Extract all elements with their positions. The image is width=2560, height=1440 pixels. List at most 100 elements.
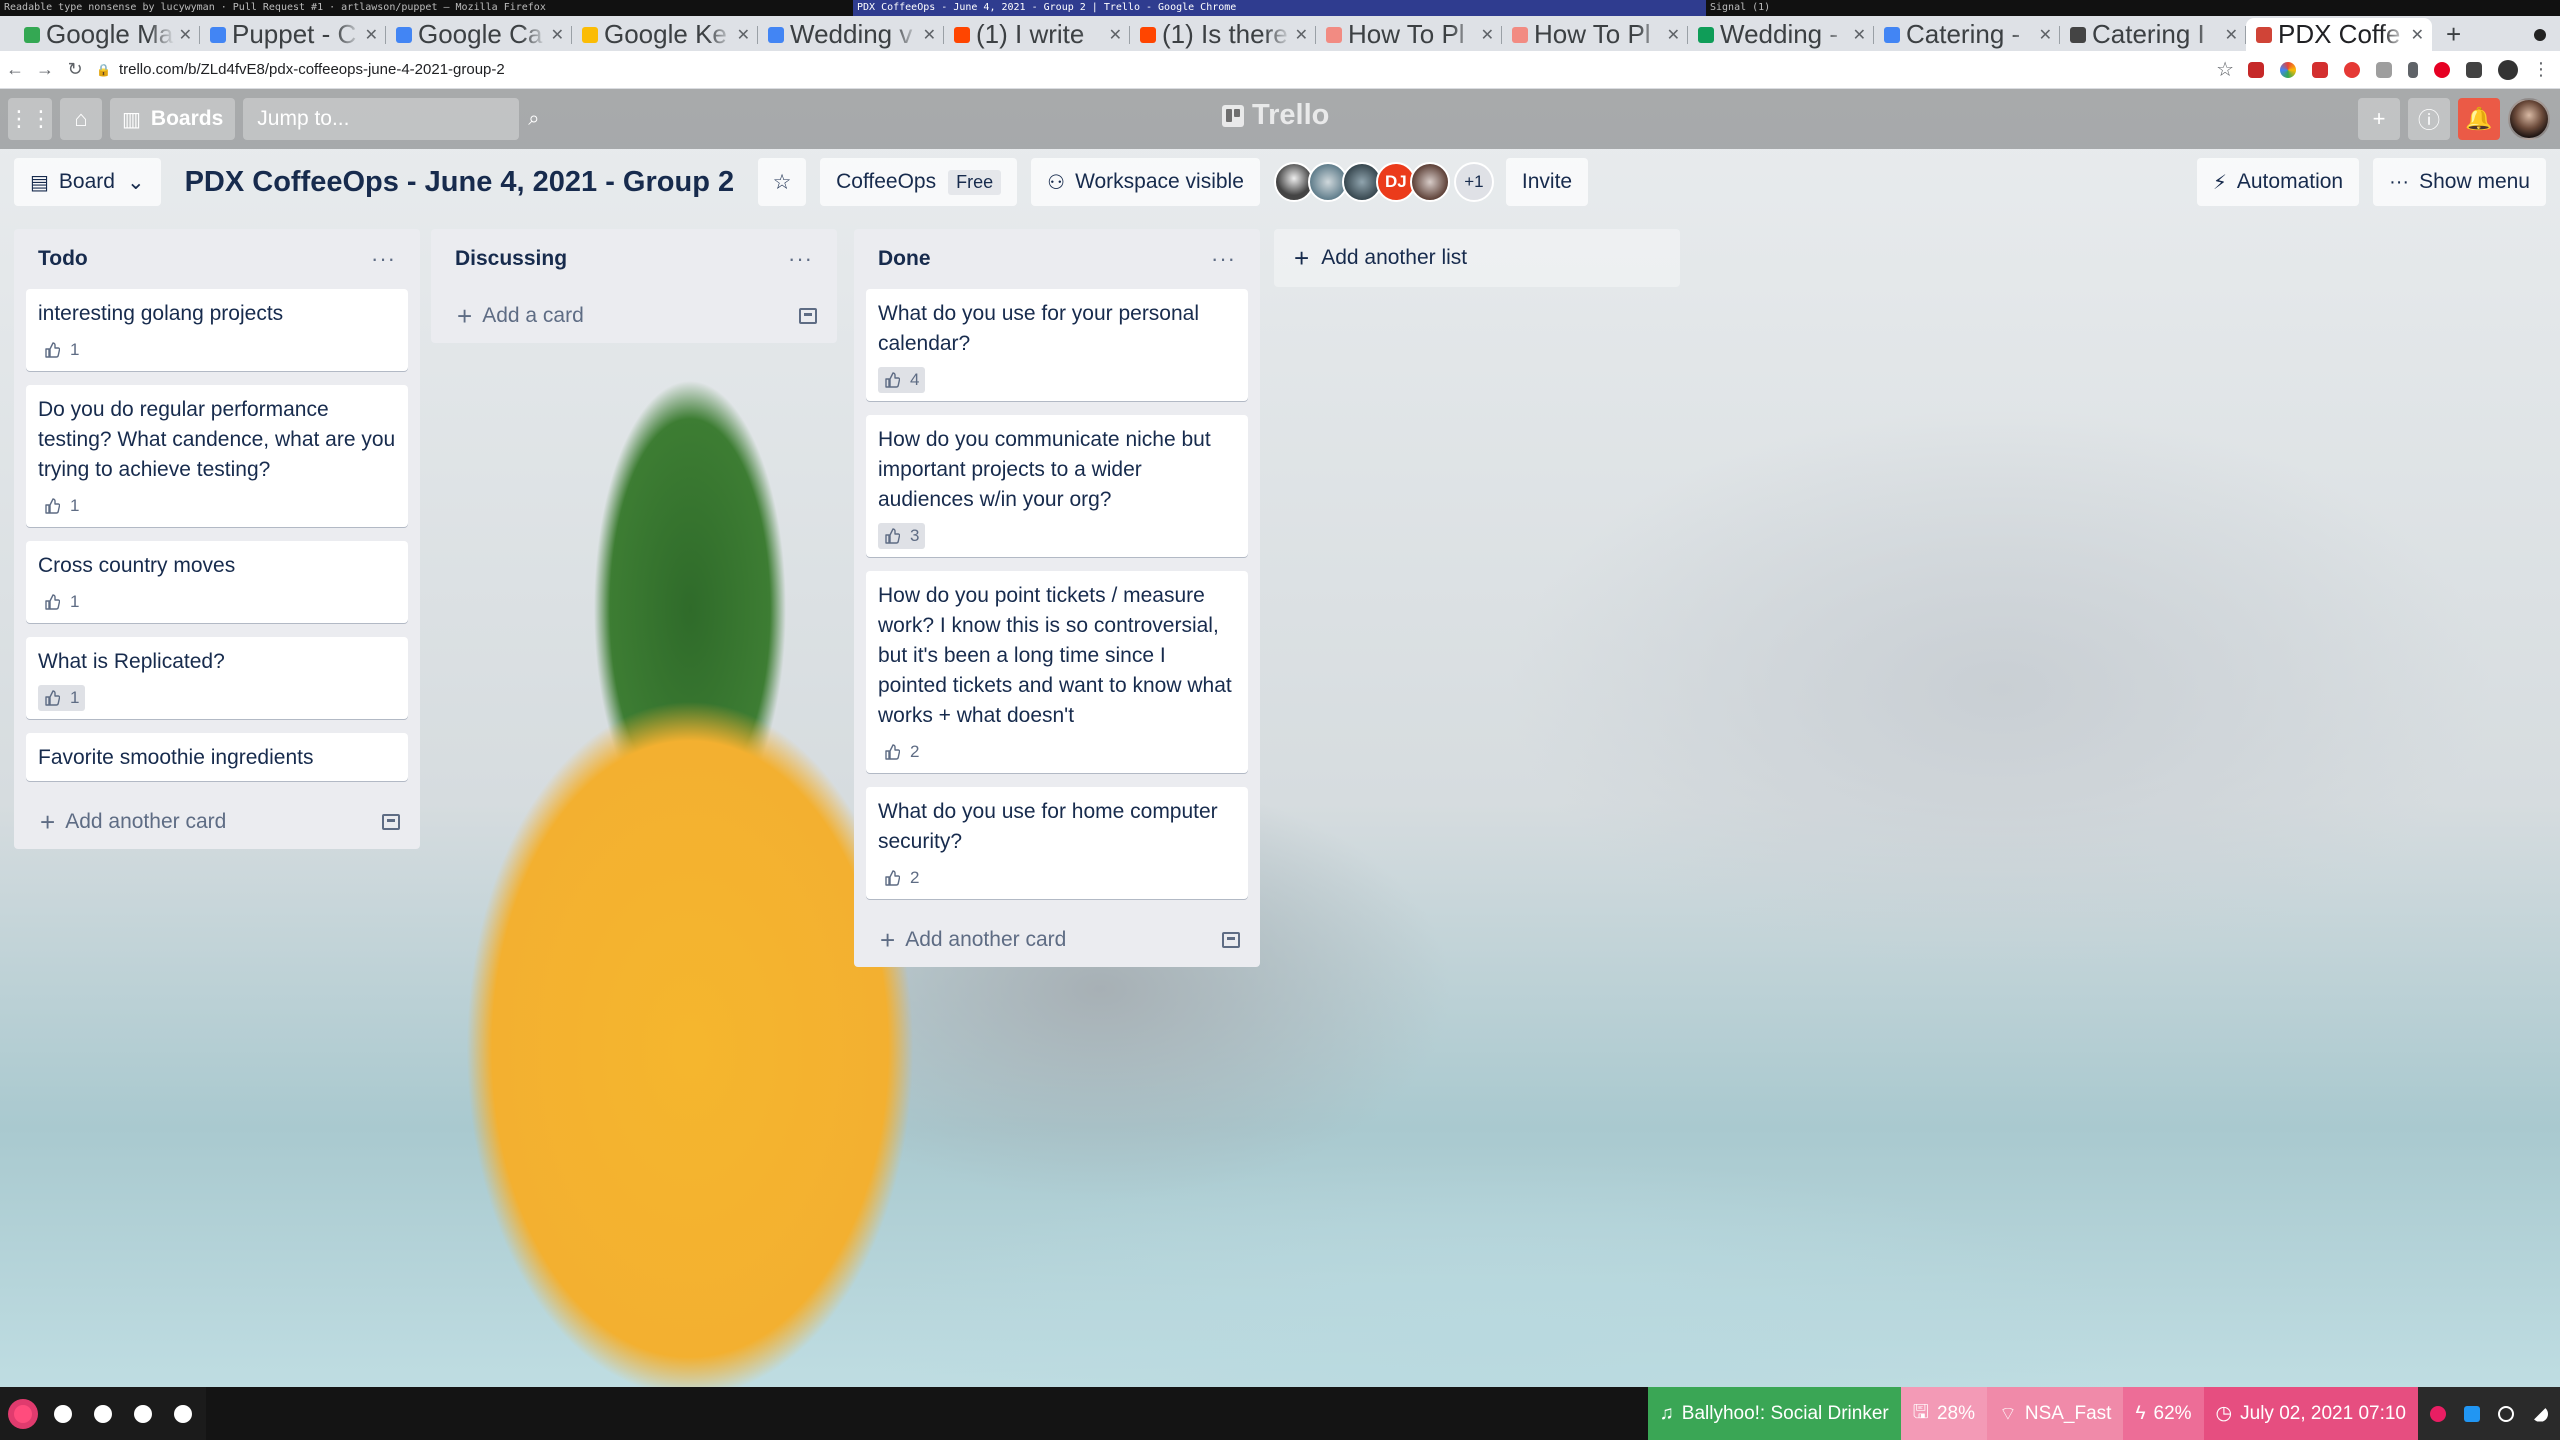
puzzle-icon[interactable] [2466,61,2482,78]
card[interactable]: What do you use for your personal calend… [866,289,1248,401]
tab-close-icon[interactable]: ✕ [2039,25,2052,45]
user-avatar[interactable] [2508,98,2550,140]
lock-icon[interactable]: 🔒 [96,63,111,77]
tab-close-icon[interactable]: ✕ [2411,25,2424,45]
browser-tab[interactable]: How To Pl ✕ [1502,18,1688,51]
url-text[interactable]: trello.com/b/ZLd4fvE8/pdx-coffeeops-june… [119,61,505,78]
reload-icon[interactable]: ↻ [60,59,90,80]
tab-close-icon[interactable]: ✕ [179,25,192,45]
add-card-button[interactable]: + Add a card [443,289,825,343]
card-template-icon[interactable] [1222,932,1240,948]
profile-avatar[interactable] [2498,59,2518,80]
tab-close-icon[interactable]: ✕ [2225,25,2238,45]
tab-close-icon[interactable]: ✕ [1295,25,1308,45]
vote-badge[interactable]: 3 [878,523,926,549]
card[interactable]: How do you point tickets / measure work?… [866,571,1248,773]
tab-close-icon[interactable]: ✕ [1481,25,1494,45]
vote-badge[interactable]: 1 [38,493,85,519]
jump-to-search[interactable]: ⌕ [243,98,539,140]
browser-tab[interactable]: Google Maps✕ [14,18,200,51]
automation-button[interactable]: ⚡ Automation [2196,158,2360,206]
add-card-button[interactable]: + Add another card [26,795,408,849]
tab-close-icon[interactable]: ✕ [1667,25,1680,45]
browser-tab[interactable]: (1) Is there ✕ [1130,18,1316,51]
card[interactable]: Cross country moves 1 [26,541,408,623]
now-playing[interactable]: ♫ Ballyhoo!: Social Drinker [1647,1387,1901,1440]
list-menu-icon[interactable]: ··· [1211,246,1236,272]
clock[interactable]: ◷ July 02, 2021 07:10 [2203,1387,2418,1440]
browser-tab[interactable]: Wedding v ✕ [758,18,944,51]
vote-badge[interactable]: 1 [38,685,86,711]
visibility-button[interactable]: ⚇ Workspace visible [1031,158,1260,206]
workspace-dot[interactable] [54,1404,72,1423]
show-menu-button[interactable]: ··· Show menu [2373,158,2546,206]
workspace-dot[interactable] [94,1404,112,1423]
info-icon[interactable]: ⓘ [2408,98,2450,140]
tab-close-icon[interactable]: ✕ [737,25,750,45]
invite-button[interactable]: Invite [1505,158,1589,206]
chrome-menu-icon[interactable]: ⋮ [2532,59,2550,80]
vote-badge[interactable]: 2 [878,865,925,891]
pinterest-icon[interactable] [2434,61,2450,78]
browser-tab[interactable]: (1) I write ✕ [944,18,1130,51]
apps-grid-icon[interactable]: ⋮⋮ [8,98,52,140]
tab-close-icon[interactable]: ✕ [551,25,564,45]
new-tab-icon[interactable]: + [2432,18,2475,51]
list-menu-icon[interactable]: ··· [371,246,396,272]
card[interactable]: interesting golang projects 1 [26,289,408,371]
wifi-status[interactable]: ⌔ NSA_Fast [1986,1387,2124,1440]
tray-app-icon[interactable] [2464,1405,2480,1422]
list-header[interactable]: Todo ··· [26,229,408,289]
wm-title-center[interactable]: PDX CoffeeOps - June 4, 2021 - Group 2 |… [853,0,1706,16]
tray-app-icon[interactable] [2498,1405,2514,1422]
extension-icon[interactable] [2280,61,2296,78]
browser-tab[interactable]: PDX Coffe ✕ [2246,18,2432,51]
address-bar[interactable]: 🔒 trello.com/b/ZLd4fvE8/pdx-coffeeops-ju… [96,56,2216,84]
workspace-dot[interactable] [174,1404,192,1423]
list-title[interactable]: Todo [38,247,88,271]
bookmark-star-icon[interactable]: ☆ [2216,57,2234,82]
browser-tab[interactable]: Wedding - ✕ [1688,18,1874,51]
list-title[interactable]: Done [878,247,931,271]
tray-app-icon[interactable] [2430,1405,2446,1422]
workspace-dot[interactable] [14,1404,32,1423]
card[interactable]: Do you do regular performance testing? W… [26,385,408,527]
star-board-icon[interactable]: ☆ [758,158,807,206]
browser-tab[interactable]: Google Ca ✕ [386,18,572,51]
browser-tab[interactable]: Google Ke ✕ [572,18,758,51]
boards-button[interactable]: ▥ Boards [110,98,236,140]
window-close-icon[interactable] [2534,29,2546,41]
card[interactable]: What is Replicated? 1 [26,637,408,719]
add-card-button[interactable]: + Add another card [866,913,1248,967]
card[interactable]: How do you communicate niche but importa… [866,415,1248,557]
workspace-dot[interactable] [134,1404,152,1423]
list-header[interactable]: Discussing ··· [443,229,825,289]
member-avatar[interactable] [1409,162,1450,202]
extension-icon[interactable] [2376,61,2392,78]
tab-close-icon[interactable]: ✕ [1109,25,1122,45]
board-title[interactable]: PDX CoffeeOps - June 4, 2021 - Group 2 [185,166,735,199]
card-template-icon[interactable] [382,814,400,830]
volume-icon[interactable] [2532,1405,2548,1422]
tab-close-icon[interactable]: ✕ [365,25,378,45]
wm-title-left[interactable]: Readable type nonsense by lucywyman · Pu… [0,0,853,16]
back-icon[interactable]: ← [0,59,30,80]
vote-badge[interactable]: 1 [38,589,85,615]
search-input[interactable] [257,107,529,131]
list-title[interactable]: Discussing [455,247,567,271]
wm-title-right[interactable]: Signal (1) [1706,0,2559,16]
vote-badge[interactable]: 2 [878,739,925,765]
add-list-button[interactable]: + Add another list [1274,229,1680,287]
extension-icon[interactable] [2344,61,2360,78]
create-plus-icon[interactable]: + [2358,98,2400,140]
extension-icon[interactable] [2248,61,2264,78]
list-menu-icon[interactable]: ··· [788,246,813,272]
card-template-icon[interactable] [799,308,817,324]
vote-badge[interactable]: 1 [38,337,85,363]
card[interactable]: Favorite smoothie ingredients [26,733,408,781]
browser-tab[interactable]: Catering - ✕ [1874,18,2060,51]
search-icon[interactable]: ⌕ [528,108,539,131]
browser-tab[interactable]: Catering I ✕ [2060,18,2246,51]
home-icon[interactable]: ⌂ [60,98,102,140]
vote-badge[interactable]: 4 [878,367,926,393]
